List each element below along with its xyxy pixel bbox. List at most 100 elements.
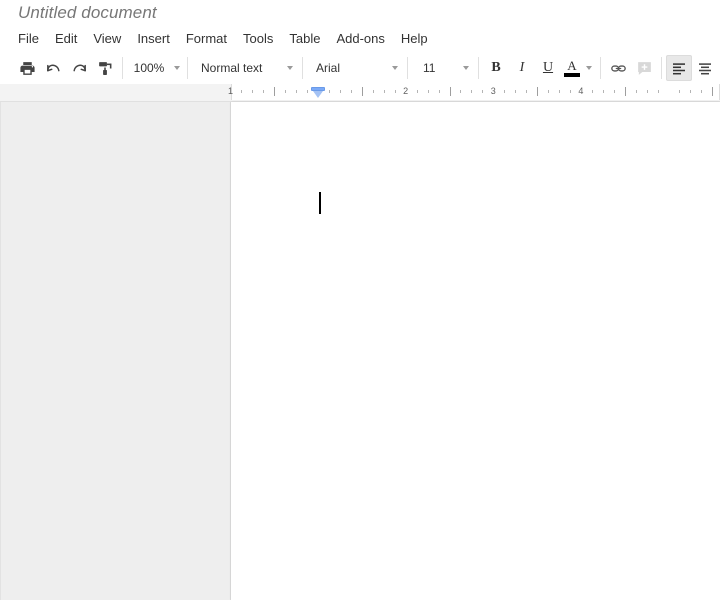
ruler-number: 1 bbox=[227, 86, 234, 96]
ruler-tick bbox=[394, 90, 396, 93]
menu-bar: File Edit View Insert Format Tools Table… bbox=[14, 28, 436, 48]
ruler-tick bbox=[569, 90, 571, 93]
undo-icon[interactable] bbox=[40, 55, 66, 81]
document-title[interactable]: Untitled document bbox=[18, 3, 157, 23]
italic-label: I bbox=[519, 60, 525, 75]
menu-file[interactable]: File bbox=[14, 30, 47, 47]
ruler-tick bbox=[340, 90, 341, 93]
ruler-tick bbox=[285, 90, 287, 93]
add-comment-icon bbox=[631, 55, 657, 81]
link-icon[interactable] bbox=[605, 55, 631, 81]
toolbar-separator bbox=[478, 57, 479, 79]
toolbar-separator bbox=[187, 57, 188, 79]
redo-icon[interactable] bbox=[66, 55, 92, 81]
bold-button[interactable]: B bbox=[483, 55, 509, 81]
ruler-tick bbox=[427, 90, 429, 93]
ruler-tick bbox=[624, 87, 626, 96]
ruler-tick bbox=[307, 90, 309, 93]
zoom-dropdown[interactable]: 100% bbox=[127, 55, 183, 81]
chevron-down-icon[interactable] bbox=[586, 66, 592, 70]
menu-format[interactable]: Format bbox=[178, 30, 235, 47]
ruler-tick bbox=[701, 90, 703, 93]
underline-button[interactable]: U bbox=[535, 55, 561, 81]
ruler-tick bbox=[252, 90, 254, 93]
toolbar-separator bbox=[600, 57, 601, 79]
ruler-tick bbox=[350, 90, 352, 93]
chevron-down-icon bbox=[287, 66, 293, 70]
menu-tools[interactable]: Tools bbox=[235, 30, 281, 47]
ruler-tick bbox=[241, 90, 243, 93]
ruler-tick bbox=[646, 90, 648, 93]
toolbar-separator bbox=[302, 57, 303, 79]
font-family-dropdown[interactable]: Arial bbox=[307, 55, 403, 81]
ruler-track: 11234 bbox=[0, 84, 720, 100]
ruler-number: 4 bbox=[578, 86, 584, 96]
print-icon[interactable] bbox=[14, 55, 40, 81]
google-docs-window: Untitled document File Edit View Insert … bbox=[0, 0, 720, 600]
italic-button[interactable]: I bbox=[509, 55, 535, 81]
ruler-tick bbox=[504, 90, 506, 93]
font-size-dropdown[interactable]: 11 bbox=[412, 55, 474, 81]
ruler-tick bbox=[449, 87, 451, 96]
ruler-tick bbox=[329, 90, 331, 93]
text-caret bbox=[319, 192, 321, 214]
menu-table[interactable]: Table bbox=[281, 30, 328, 47]
chevron-down-icon bbox=[463, 66, 469, 70]
ruler-tick bbox=[548, 90, 550, 93]
ruler-tick bbox=[296, 90, 298, 93]
ruler-tick bbox=[712, 87, 714, 96]
ruler-tick bbox=[515, 90, 517, 93]
ruler-tick bbox=[471, 90, 473, 93]
indent-marker-triangle bbox=[313, 91, 323, 98]
text-color-letter: A bbox=[567, 58, 577, 73]
ruler-tick bbox=[657, 90, 659, 93]
align-center-icon[interactable] bbox=[692, 55, 718, 81]
ruler-tick bbox=[438, 90, 440, 93]
chevron-down-icon bbox=[392, 66, 398, 70]
left-indent-marker[interactable] bbox=[311, 85, 325, 99]
toolbar-separator bbox=[661, 57, 662, 79]
ruler-tick bbox=[537, 87, 539, 96]
menu-view[interactable]: View bbox=[85, 30, 129, 47]
ruler-tick bbox=[372, 90, 374, 93]
ruler-tick bbox=[263, 90, 265, 93]
ruler-number: 3 bbox=[490, 86, 496, 96]
ruler-tick bbox=[559, 90, 560, 93]
menu-help[interactable]: Help bbox=[393, 30, 436, 47]
document-canvas bbox=[0, 102, 720, 600]
text-color-button[interactable]: A bbox=[561, 56, 583, 80]
underline-label: U bbox=[542, 60, 554, 75]
paragraph-style-value: Normal text bbox=[201, 61, 263, 75]
ruler-tick bbox=[526, 90, 528, 93]
ruler-tick bbox=[274, 87, 276, 96]
toolbar-separator bbox=[122, 57, 123, 79]
paint-format-icon[interactable] bbox=[92, 55, 118, 81]
zoom-value: 100% bbox=[133, 61, 165, 75]
bold-label: B bbox=[491, 60, 501, 75]
toolbar: 100% Normal text Arial 11 B I U A bbox=[0, 52, 720, 84]
ruler-tick bbox=[690, 90, 692, 93]
font-size-value: 11 bbox=[423, 61, 436, 75]
menu-insert[interactable]: Insert bbox=[129, 30, 178, 47]
document-page[interactable] bbox=[231, 102, 720, 600]
menu-edit[interactable]: Edit bbox=[47, 30, 85, 47]
menu-addons[interactable]: Add-ons bbox=[328, 30, 392, 47]
ruler-tick bbox=[482, 90, 484, 93]
ruler-tick bbox=[602, 90, 604, 93]
ruler[interactable]: 11234 bbox=[0, 84, 720, 102]
ruler-tick bbox=[679, 90, 681, 93]
text-color-swatch bbox=[564, 73, 580, 77]
paragraph-style-dropdown[interactable]: Normal text bbox=[192, 55, 298, 81]
ruler-tick bbox=[591, 90, 593, 93]
ruler-tick bbox=[613, 90, 615, 93]
toolbar-separator bbox=[407, 57, 408, 79]
canvas-left-margin-area bbox=[0, 102, 231, 600]
ruler-tick bbox=[383, 90, 385, 93]
chevron-down-icon bbox=[174, 66, 180, 70]
align-left-icon[interactable] bbox=[666, 55, 692, 81]
ruler-tick bbox=[416, 90, 418, 93]
ruler-number: 2 bbox=[403, 86, 409, 96]
font-family-value: Arial bbox=[316, 61, 341, 75]
ruler-tick bbox=[460, 90, 462, 93]
ruler-tick bbox=[361, 87, 363, 96]
